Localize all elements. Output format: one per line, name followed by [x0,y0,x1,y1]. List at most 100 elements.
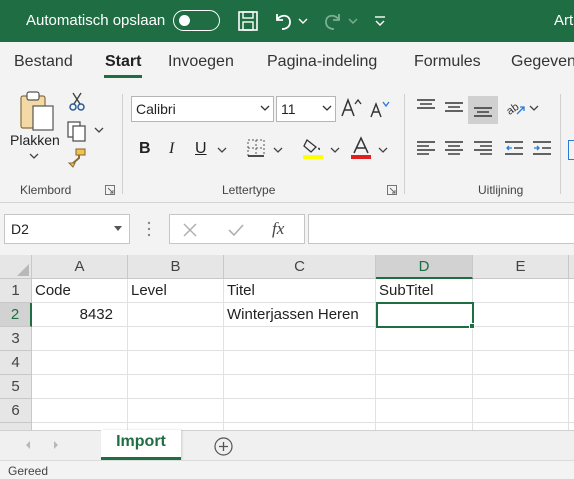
font-color-dropdown-icon[interactable] [378,146,388,154]
cell-c4[interactable] [224,351,376,375]
cell-c3[interactable] [224,327,376,351]
insert-function-icon[interactable]: fx [272,219,284,239]
cell-c5[interactable] [224,375,376,399]
cell-e4[interactable] [473,351,569,375]
paste-icon[interactable] [18,90,56,132]
cell-c1[interactable]: Titel [224,279,376,303]
cell-a7[interactable] [32,423,128,430]
cell-d6[interactable] [376,399,473,423]
redo-icon[interactable] [322,9,344,33]
formula-input[interactable] [308,214,574,244]
font-color-icon[interactable] [349,136,373,160]
cell-e7[interactable] [473,423,569,430]
cell-a1[interactable]: Code [32,279,128,303]
cell-c7[interactable] [224,423,376,430]
cell-b3[interactable] [128,327,224,351]
tab-pagina-indeling[interactable]: Pagina-indeling [267,53,377,71]
cell-d1[interactable]: SubTitel [376,279,473,303]
font-family-select[interactable]: Calibri [131,96,274,122]
paste-label[interactable]: Plakken [10,132,60,148]
align-right-icon[interactable] [473,140,493,158]
cell-b7[interactable] [128,423,224,430]
cell-e6[interactable] [473,399,569,423]
copy-icon[interactable] [66,120,88,142]
row-header-3[interactable]: 3 [0,327,32,351]
underline-button[interactable]: U [195,140,207,158]
tab-invoegen[interactable]: Invoegen [168,53,234,71]
select-all-corner[interactable] [0,255,32,279]
save-icon[interactable] [236,9,260,33]
row-header-2[interactable]: 2 [0,303,32,327]
orientation-dropdown-icon[interactable] [529,104,539,112]
cell-d4[interactable] [376,351,473,375]
format-painter-icon[interactable] [67,148,87,168]
cell-b2[interactable] [128,303,224,327]
tab-formules[interactable]: Formules [414,53,481,71]
cell-f1[interactable] [569,279,574,303]
underline-dropdown-icon[interactable] [217,146,227,154]
align-top-icon[interactable] [416,98,436,116]
orientation-icon[interactable]: ab [503,96,527,118]
fill-color-dropdown-icon[interactable] [330,146,340,154]
cell-a4[interactable] [32,351,128,375]
cell-c2[interactable]: Winterjassen Heren [224,303,376,327]
cell-a6[interactable] [32,399,128,423]
fill-handle[interactable] [469,323,475,329]
fill-color-icon[interactable] [301,136,325,160]
row-header-6[interactable]: 6 [0,399,32,423]
scroll-sheets-right-icon[interactable] [52,439,60,451]
clipboard-launcher-icon[interactable] [105,185,115,195]
align-left-icon[interactable] [416,140,436,158]
row-header-1[interactable]: 1 [0,279,32,303]
increase-font-size-icon[interactable] [340,96,362,120]
splitter-handle-icon[interactable] [146,220,152,238]
decrease-font-size-icon[interactable] [369,98,391,120]
font-launcher-icon[interactable] [387,185,397,195]
column-header-b[interactable]: B [128,255,224,279]
increase-indent-icon[interactable] [532,140,552,158]
cell-e5[interactable] [473,375,569,399]
worksheet-grid[interactable]: A B C D E 1 2 3 4 5 6 Code Level Titel S… [0,255,574,430]
customize-toolbar-icon[interactable] [373,9,387,33]
cell-f6[interactable] [569,399,574,423]
cell-a2[interactable]: 8432 [32,303,128,327]
scroll-sheets-left-icon[interactable] [24,439,32,451]
tab-gegevens[interactable]: Gegevens [511,53,574,71]
cell-b1[interactable]: Level [128,279,224,303]
cut-icon[interactable] [68,92,86,112]
row-header-7[interactable] [0,423,32,430]
paste-dropdown-icon[interactable] [29,152,39,160]
cell-d3[interactable] [376,327,473,351]
cell-e2[interactable] [473,303,569,327]
undo-icon[interactable] [272,9,294,33]
cell-d7[interactable] [376,423,473,430]
cell-c6[interactable] [224,399,376,423]
enter-icon[interactable] [227,222,245,238]
column-header-d[interactable]: D [376,255,473,279]
cell-a5[interactable] [32,375,128,399]
redo-dropdown-icon[interactable] [348,9,358,33]
cell-b4[interactable] [128,351,224,375]
row-header-5[interactable]: 5 [0,375,32,399]
font-size-select[interactable]: 11 [276,96,336,122]
cell-f3[interactable] [569,327,574,351]
sheet-tab-import[interactable]: Import [101,430,181,460]
cell-f4[interactable] [569,351,574,375]
tab-start[interactable]: Start [105,53,141,71]
column-header-a[interactable]: A [32,255,128,279]
copy-dropdown-icon[interactable] [94,126,104,134]
cell-b6[interactable] [128,399,224,423]
cell-a3[interactable] [32,327,128,351]
bold-button[interactable]: B [139,140,151,158]
column-header-c[interactable]: C [224,255,376,279]
cell-e1[interactable] [473,279,569,303]
italic-button[interactable]: I [169,140,174,158]
cell-d5[interactable] [376,375,473,399]
column-header-e[interactable]: E [473,255,569,279]
column-header-f[interactable] [569,255,574,279]
cell-f5[interactable] [569,375,574,399]
cell-f2[interactable] [569,303,574,327]
decrease-indent-icon[interactable] [504,140,524,158]
cancel-icon[interactable] [182,222,198,238]
cell-e3[interactable] [473,327,569,351]
